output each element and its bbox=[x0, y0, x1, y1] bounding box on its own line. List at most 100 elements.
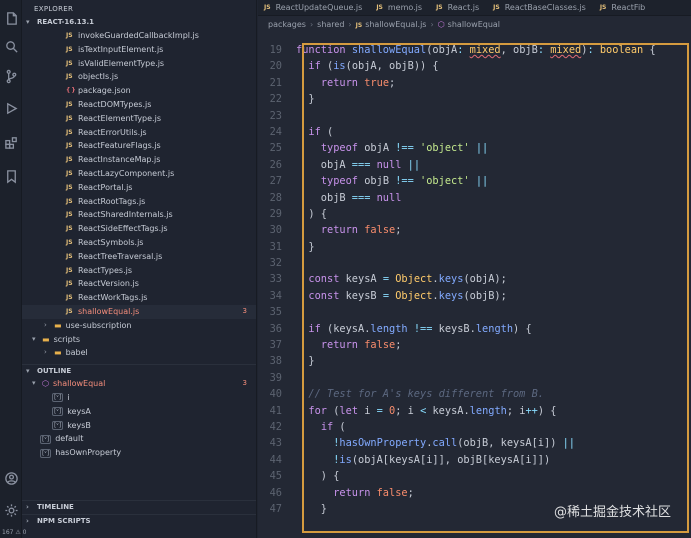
code-line[interactable]: 19 function shallowEqual(objA: mixed, obj… bbox=[258, 42, 691, 58]
code-line[interactable]: 37 return false; bbox=[258, 337, 691, 353]
code-line[interactable]: 36 if (keysA.length !== keysB.length) { bbox=[258, 321, 691, 337]
bookmark-icon[interactable] bbox=[3, 168, 19, 184]
code-line[interactable]: 28 objB === null bbox=[258, 190, 691, 206]
code-text: for (let i = 0; i < keysA.length; i++) { bbox=[308, 404, 557, 417]
code-line[interactable]: 26 objA === null || bbox=[258, 157, 691, 173]
file-item[interactable]: JS ReactInstanceMap.js bbox=[22, 153, 256, 167]
code-line[interactable]: 21 return true; bbox=[258, 75, 691, 91]
file-label: shallowEqual.js bbox=[78, 306, 140, 316]
code-line[interactable]: 42 if ( bbox=[258, 419, 691, 435]
line-number: 22 bbox=[269, 93, 282, 106]
file-item[interactable]: JS ReactLazyComponent.js bbox=[22, 167, 256, 181]
js-file-icon: JS bbox=[66, 142, 73, 150]
code-line[interactable]: 29 ) { bbox=[258, 206, 691, 222]
file-item[interactable]: JS objectIs.js bbox=[22, 70, 256, 84]
file-label: ReactSideEffectTags.js bbox=[78, 224, 168, 234]
code-line[interactable]: 25 typeof objA !== 'object' || bbox=[258, 140, 691, 156]
chevron-right-icon: › bbox=[26, 503, 29, 511]
file-item[interactable]: JS isValidElementType.js bbox=[22, 57, 256, 71]
code-line[interactable]: 31 } bbox=[258, 239, 691, 255]
file-item[interactable]: JS ReactSideEffectTags.js bbox=[22, 222, 256, 236]
breadcrumb-item[interactable]: shared bbox=[317, 20, 344, 29]
code-text: objA === null || bbox=[296, 158, 421, 171]
code-line[interactable]: 34 const keysB = Object.keys(objB); bbox=[258, 288, 691, 304]
source-control-icon[interactable] bbox=[3, 68, 19, 84]
outline-section-header[interactable]: ▾ OUTLINE bbox=[22, 364, 256, 377]
search-icon[interactable] bbox=[3, 38, 19, 54]
run-debug-icon[interactable] bbox=[3, 100, 19, 116]
tab-react-base-classes[interactable]: JS ReactBaseClasses.js bbox=[487, 0, 594, 15]
npm-scripts-section-header[interactable]: › NPM SCRIPTS bbox=[22, 514, 256, 528]
file-item[interactable]: JS ReactRootTags.js bbox=[22, 195, 256, 209]
code-line[interactable]: 40 // Test for A's keys different from B… bbox=[258, 386, 691, 402]
line-number: 45 bbox=[269, 470, 282, 483]
code-line[interactable]: 46 return false; bbox=[258, 485, 691, 501]
folder-icon: ▬ bbox=[54, 320, 62, 330]
file-item[interactable]: JS invokeGuardedCallbackImpl.js bbox=[22, 29, 256, 43]
tab-react-fiber[interactable]: JS ReactFib bbox=[594, 0, 653, 15]
outline-title: OUTLINE bbox=[37, 366, 72, 375]
outline-item-keysA[interactable]: [ᵛ] keysA bbox=[22, 405, 256, 419]
tab-react-update-queue[interactable]: JS ReactUpdateQueue.js bbox=[258, 0, 370, 15]
file-item[interactable]: JS ReactDOMTypes.js bbox=[22, 98, 256, 112]
breadcrumb-item[interactable]: shallowEqual bbox=[448, 20, 500, 29]
settings-gear-icon[interactable] bbox=[3, 502, 19, 518]
project-section-header[interactable]: ▾ REACT-16.13.1 bbox=[22, 16, 256, 29]
code-line[interactable]: 39 bbox=[258, 370, 691, 386]
outline-item-default[interactable]: [ᵛ] default bbox=[22, 432, 256, 446]
code-line[interactable]: 23 bbox=[258, 108, 691, 124]
code-line[interactable]: 24 if ( bbox=[258, 124, 691, 140]
code-editor[interactable]: 19 function shallowEqual(objA: mixed, obj… bbox=[258, 42, 691, 517]
file-label: ReactInstanceMap.js bbox=[78, 155, 161, 165]
js-file-icon: JS bbox=[66, 211, 73, 219]
js-file-icon: JS bbox=[66, 225, 73, 233]
file-item[interactable]: JS ReactElementType.js bbox=[22, 112, 256, 126]
tab-react[interactable]: JS React.js bbox=[430, 0, 487, 15]
tab-memo[interactable]: JS memo.js bbox=[370, 0, 430, 15]
code-line[interactable]: 41 for (let i = 0; i < keysA.length; i++… bbox=[258, 403, 691, 419]
breadcrumb-item[interactable]: packages bbox=[268, 20, 306, 29]
account-icon[interactable] bbox=[3, 470, 19, 486]
code-line[interactable]: 30 return false; bbox=[258, 222, 691, 238]
js-file-icon: JS bbox=[66, 307, 73, 315]
folder-babel[interactable]: › ▬ babel bbox=[22, 346, 256, 360]
file-item[interactable]: JS ReactTypes.js bbox=[22, 264, 256, 278]
code-line[interactable]: 35 bbox=[258, 304, 691, 320]
status-problems[interactable]: 167 ⚠ 0 bbox=[2, 528, 26, 538]
code-line[interactable]: 38 } bbox=[258, 353, 691, 369]
code-line[interactable]: 43 !hasOwnProperty.call(objB, keysA[i]) … bbox=[258, 435, 691, 451]
js-file-icon: JS bbox=[493, 3, 500, 11]
outline-item-hasOwnProperty[interactable]: [ᵛ] hasOwnProperty bbox=[22, 446, 256, 460]
code-line[interactable]: 32 bbox=[258, 255, 691, 271]
file-item[interactable]: JS shallowEqual.js 3 bbox=[22, 304, 256, 319]
outline-item-shallowEqual[interactable]: ▾ ⬡ shallowEqual 3 bbox=[22, 377, 256, 391]
file-item[interactable]: JS ReactTreeTraversal.js bbox=[22, 250, 256, 264]
files-icon[interactable] bbox=[3, 10, 19, 26]
outline-item-i[interactable]: [ᵛ] i bbox=[22, 391, 256, 405]
timeline-section-header[interactable]: › TIMELINE bbox=[22, 500, 256, 514]
tab-label: ReactBaseClasses.js bbox=[504, 2, 586, 12]
file-item[interactable]: JS ReactSymbols.js bbox=[22, 236, 256, 250]
js-file-icon: JS bbox=[355, 22, 363, 29]
code-line[interactable]: 45 ) { bbox=[258, 468, 691, 484]
code-line[interactable]: 44 !is(objA[keysA[i]], objB[keysA[i]]) bbox=[258, 452, 691, 468]
outline-item-keysB[interactable]: [ᵛ] keysB bbox=[22, 419, 256, 433]
code-line[interactable]: 20 if (is(objA, objB)) { bbox=[258, 58, 691, 74]
file-item[interactable]: JS ReactVersion.js bbox=[22, 277, 256, 291]
file-item[interactable]: JS ReactSharedInternals.js bbox=[22, 208, 256, 222]
file-item[interactable]: JS ReactWorkTags.js bbox=[22, 291, 256, 305]
extensions-icon[interactable] bbox=[3, 134, 19, 150]
file-item[interactable]: JS isTextInputElement.js bbox=[22, 43, 256, 57]
code-line[interactable]: 27 typeof objB !== 'object' || bbox=[258, 173, 691, 189]
method-icon: ⬡ bbox=[437, 20, 445, 29]
code-line[interactable]: 22 } bbox=[258, 91, 691, 107]
folder-scripts[interactable]: ▾ ▬ scripts bbox=[22, 333, 256, 347]
folder-use-subscription[interactable]: › ▬ use-subscription bbox=[22, 319, 256, 333]
code-line[interactable]: 33 const keysA = Object.keys(objA); bbox=[258, 271, 691, 287]
file-item[interactable]: JS ReactErrorUtils.js bbox=[22, 126, 256, 140]
file-item[interactable]: JS ReactPortal.js bbox=[22, 181, 256, 195]
breadcrumb-item[interactable]: shallowEqual.js bbox=[365, 20, 426, 29]
js-file-icon: JS bbox=[66, 183, 73, 191]
file-item[interactable]: { } package.json bbox=[22, 84, 256, 98]
file-item[interactable]: JS ReactFeatureFlags.js bbox=[22, 139, 256, 153]
